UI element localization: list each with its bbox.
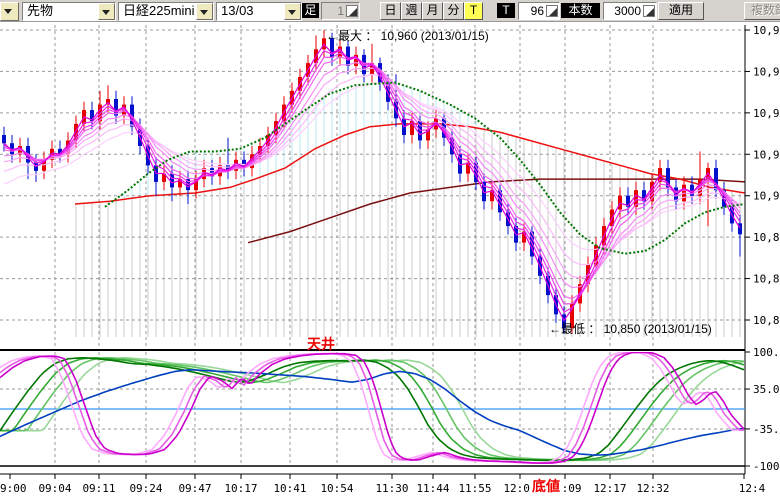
svg-text:09:00: 09:00: [0, 482, 27, 495]
svg-text:10:41: 10:41: [273, 482, 306, 495]
min-price-annotation: ←最低 ： 10,850 (2013/01/15): [549, 322, 712, 336]
instrument-combo[interactable]: 日経225mini: [118, 2, 214, 21]
chevron-down-glyph: [102, 10, 110, 15]
category-combo[interactable]: 先物: [22, 2, 116, 21]
svg-text:09:11: 09:11: [82, 482, 115, 495]
floor-annotation: 底値: [532, 478, 560, 494]
chart-application-window: 先物 日経225mini 13/03 足 1 日 週 月 分 T T 96 本数…: [0, 0, 780, 501]
toolbar: 先物 日経225mini 13/03 足 1 日 週 月 分 T T 96 本数…: [0, 0, 780, 22]
price-chart-svg: 10,960 10,945 10,930 10,915 10,900 10,885 10,8…: [0, 22, 780, 501]
svg-text:12:17: 12:17: [593, 482, 626, 495]
left-combo-arrow-button[interactable]: [0, 2, 19, 21]
svg-text:10,945: 10,945: [753, 65, 780, 78]
svg-text:12:32: 12:32: [636, 482, 669, 495]
svg-text:10,855: 10,855: [753, 314, 780, 327]
contract-month-combo[interactable]: 13/03: [216, 2, 302, 21]
tick-count-value: 96: [531, 4, 544, 18]
chevron-down-icon[interactable]: [196, 3, 213, 20]
svg-text:09:04: 09:04: [38, 482, 71, 495]
svg-text:10:54: 10:54: [320, 482, 353, 495]
max-price-annotation: ←最大 ： 10,960 (2013/01/15): [326, 29, 489, 43]
svg-text:09:47: 09:47: [178, 482, 211, 495]
spinner-icon[interactable]: [546, 5, 558, 17]
bar-count-field[interactable]: 3000: [603, 2, 657, 20]
svg-text:10,900: 10,900: [753, 190, 780, 203]
bar-count-label: 本数: [561, 3, 600, 18]
svg-text:11:44: 11:44: [416, 482, 449, 495]
svg-text:10,930: 10,930: [753, 107, 780, 120]
category-combo-value: 先物: [24, 4, 99, 19]
multi-symbol-button: 複数銘柄: [744, 2, 780, 20]
chevron-down-glyph: [288, 10, 296, 15]
svg-text:-35.00: -35.00: [753, 423, 780, 436]
spinner-icon[interactable]: [643, 5, 655, 17]
timeframe-tick-button[interactable]: T: [464, 2, 483, 20]
svg-text:10,885: 10,885: [753, 231, 780, 244]
timeframe-week-button[interactable]: 週: [401, 2, 422, 20]
chevron-down-icon[interactable]: [284, 3, 301, 20]
svg-text:-100.00: -100.00: [753, 460, 780, 473]
tick-count-field[interactable]: 96: [518, 2, 560, 20]
interval-field[interactable]: 1: [321, 2, 360, 20]
timeframe-day-button[interactable]: 日: [380, 2, 401, 20]
svg-text:11:55: 11:55: [458, 482, 491, 495]
timeframe-month-button[interactable]: 月: [422, 2, 443, 20]
chevron-down-glyph: [200, 10, 208, 15]
chevron-down-icon: [4, 9, 12, 14]
svg-text:100.00: 100.00: [753, 346, 780, 359]
chevron-down-icon[interactable]: [98, 3, 115, 20]
chart-area: 10,960 10,945 10,930 10,915 10,900 10,885 10,8…: [0, 22, 780, 501]
svg-text:35.00: 35.00: [753, 383, 780, 396]
tick-count-label: T: [497, 3, 515, 18]
svg-text:11:30: 11:30: [375, 482, 408, 495]
spinner-icon[interactable]: [346, 5, 358, 17]
svg-text:09:24: 09:24: [129, 482, 162, 495]
ceiling-annotation: 天井: [307, 336, 335, 352]
interval-value: 1: [337, 4, 344, 18]
timeframe-minute-button[interactable]: 分: [443, 2, 464, 20]
svg-text:10,960: 10,960: [753, 24, 780, 37]
ashi-label: 足: [302, 3, 319, 18]
contract-month-combo-value: 13/03: [218, 4, 285, 19]
instrument-combo-value: 日経225mini: [120, 4, 197, 19]
bar-count-value: 3000: [614, 4, 641, 18]
svg-text:10:17: 10:17: [224, 482, 257, 495]
apply-button[interactable]: 適用: [658, 2, 704, 20]
svg-text:10,915: 10,915: [753, 148, 780, 161]
svg-text:10,870: 10,870: [753, 273, 780, 286]
svg-text:12:4: 12:4: [739, 482, 766, 495]
